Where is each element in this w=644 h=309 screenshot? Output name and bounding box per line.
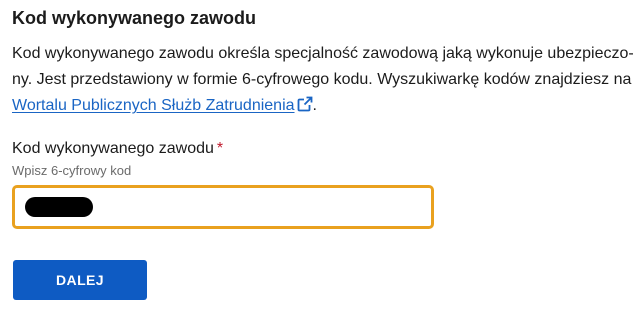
redacted-value [25,197,93,217]
wortal-psz-link-label: Wortalu Publicznych Służb Zatrudnienia [12,97,295,114]
external-link-icon [297,95,313,112]
required-marker: * [216,140,224,157]
occupation-code-label: Kod wykonywanego zawodu * [12,139,636,159]
occupation-code-hint: Wpisz 6-cyfrowy kod [12,163,132,178]
description-end: . [312,97,317,114]
occupation-code-label-text: Kod wykonywanego zawodu [12,140,214,157]
section-description: Kod wykonywanego zawodu określa specjaln… [12,41,634,119]
section-title: Kod wykonywanego zawodu [12,8,257,28]
occupation-code-input-wrapper [12,185,434,229]
description-text: Kod wykonywanego zawodu określa specjaln… [12,45,634,88]
occupation-code-section: Kod wykonywanego zawodu Kod wykonywanego… [12,0,636,229]
next-button[interactable]: DALEJ [13,260,147,300]
wortal-psz-link[interactable]: Wortalu Publicznych Służb Zatrudnienia [12,95,313,114]
